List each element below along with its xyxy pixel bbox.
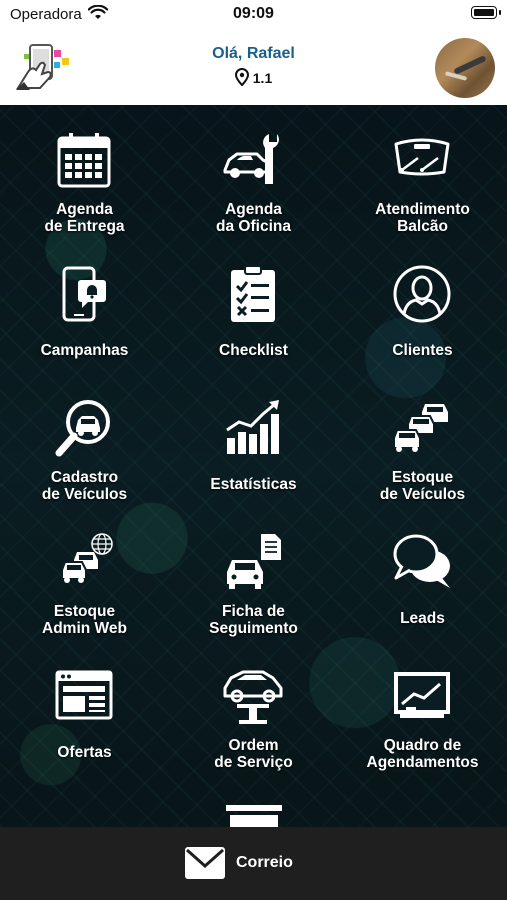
menu-item-label: Quadro de Agendamentos (366, 737, 479, 771)
whiteboard-chart-icon (394, 672, 450, 718)
menu-item-label: Ordem de Serviço (214, 737, 293, 771)
mail-button[interactable]: Correio (180, 845, 330, 883)
app-header: Olá, Rafael 1.1 (0, 30, 507, 105)
menu-item-estatisticas[interactable]: Estatísticas (169, 373, 338, 507)
location-indicator[interactable]: 1.1 (0, 67, 507, 87)
menu-item-ordem-servico[interactable]: Ordem de Serviço (169, 641, 338, 775)
location-code: 1.1 (252, 70, 273, 86)
mail-label: Correio (236, 854, 293, 871)
menu-item-label: Checklist (219, 342, 288, 359)
user-avatar[interactable] (435, 38, 495, 98)
chat-bubbles-icon (393, 534, 450, 588)
map-pin-icon (234, 67, 249, 87)
car-stack-globe-icon (61, 533, 113, 583)
menu-item-label: Cadastro de Veículos (41, 469, 128, 503)
menu-item-label: Estoque Admin Web (42, 603, 127, 637)
menu-item-label: Atendimento Balcão (375, 201, 470, 235)
menu-item-quadro-agendamentos[interactable]: Quadro de Agendamentos (338, 641, 507, 775)
menu-grid: Agenda de Entrega Agenda da Oficina Aten… (0, 105, 507, 827)
menu-item-clientes[interactable]: Clientes (338, 239, 507, 373)
menu-item-label: Estatísticas (210, 476, 297, 493)
menu-item-estoque-admin-web[interactable]: Estoque Admin Web (0, 507, 169, 641)
menu-item-label: Ofertas (57, 744, 112, 761)
menu-item-label: Agenda de Entrega (44, 201, 125, 235)
menu-item-checklist[interactable]: Checklist (169, 239, 338, 373)
person-icon (393, 265, 451, 323)
status-bar: Operadora 09:09 (0, 0, 507, 30)
menu-item-atendimento-balcao[interactable]: Atendimento Balcão (338, 105, 507, 239)
envelope-icon (185, 847, 225, 879)
car-stack-icon (393, 404, 448, 452)
partial-menu-icon (226, 805, 282, 827)
checklist-icon (231, 265, 275, 322)
menu-item-label: Estoque de Veículos (379, 469, 466, 503)
menu-item-ofertas[interactable]: Ofertas (0, 641, 169, 775)
bottom-bar: Correio (0, 827, 507, 900)
menu-item-leads[interactable]: Leads (338, 507, 507, 641)
menu-item-label: Agenda da Oficina (216, 201, 291, 235)
phone-notification-icon (62, 266, 106, 322)
menu-item-label: Campanhas (40, 342, 129, 359)
menu-item-agenda-entrega[interactable]: Agenda de Entrega (0, 105, 169, 239)
menu-item-label: Clientes (392, 342, 453, 359)
car-search-icon (55, 400, 110, 457)
car-document-icon (227, 534, 281, 589)
greeting-text: Olá, Rafael (212, 45, 295, 62)
calendar-icon (57, 133, 111, 188)
menu-item-label: Ficha de Seguimento (209, 603, 298, 637)
menu-item-campanhas[interactable]: Campanhas (0, 239, 169, 373)
car-lift-icon (223, 670, 283, 724)
menu-item-label: Leads (400, 610, 445, 627)
battery-icon (471, 6, 501, 19)
clock: 09:09 (233, 5, 274, 22)
browser-window-icon (55, 670, 113, 720)
windshield-icon (394, 138, 450, 176)
bar-chart-icon (226, 400, 279, 454)
menu-item-ficha-seguimento[interactable]: Ficha de Seguimento (169, 507, 338, 641)
car-wrench-icon (223, 134, 279, 184)
menu-item-estoque-veiculos[interactable]: Estoque de Veículos (338, 373, 507, 507)
menu-item-cadastro-veiculos[interactable]: Cadastro de Veículos (0, 373, 169, 507)
menu-item-agenda-oficina[interactable]: Agenda da Oficina (169, 105, 338, 239)
